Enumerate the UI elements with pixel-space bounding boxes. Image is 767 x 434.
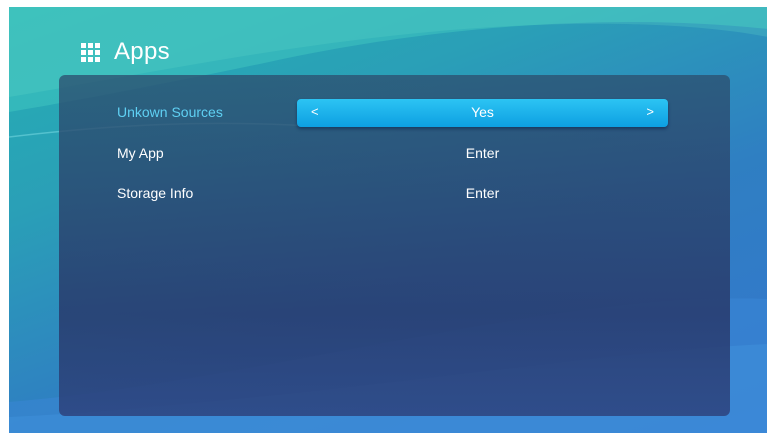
selector-value: Yes	[471, 104, 494, 120]
setting-label: My App	[117, 145, 164, 161]
page-title: Apps	[114, 38, 170, 65]
setting-row-storage-info[interactable]: Storage Info Enter	[59, 180, 730, 208]
page-header: Apps	[81, 37, 170, 67]
value-selector[interactable]: < Yes >	[297, 99, 668, 127]
setting-row-unknown-sources[interactable]: Unkown Sources < Yes >	[59, 99, 730, 127]
setting-value[interactable]: Enter	[297, 185, 668, 201]
settings-panel: Unkown Sources < Yes > My App Enter Stor…	[59, 75, 730, 416]
setting-label: Unkown Sources	[117, 104, 223, 120]
settings-screen: Apps Unkown Sources < Yes > My App Enter…	[9, 7, 767, 433]
setting-row-my-app[interactable]: My App Enter	[59, 140, 730, 168]
apps-grid-icon	[81, 42, 100, 62]
setting-label: Storage Info	[117, 185, 194, 201]
chevron-right-icon[interactable]: >	[646, 104, 654, 119]
setting-value[interactable]: Enter	[297, 145, 668, 161]
